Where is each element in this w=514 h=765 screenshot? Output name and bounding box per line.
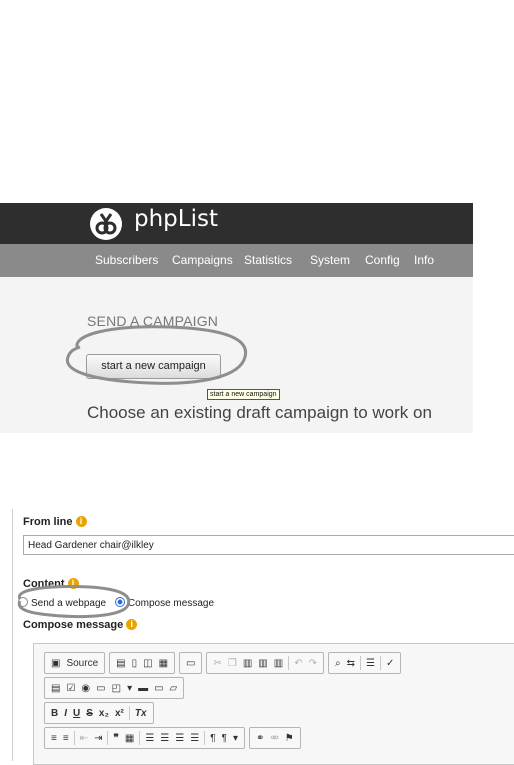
link-icon[interactable]: ⚭ <box>253 733 267 744</box>
button-icon[interactable]: ▬ <box>135 683 151 694</box>
info-icon[interactable]: i <box>75 516 87 527</box>
nav-item-info[interactable]: Info <box>414 253 434 267</box>
campaign-panel: SEND A CAMPAIGN start a new campaign sta… <box>0 277 473 433</box>
italic-icon[interactable]: I <box>61 708 70 719</box>
justify-icon[interactable]: ☰ <box>187 733 202 744</box>
unlink-icon[interactable]: ⚮ <box>267 733 281 744</box>
save-icon[interactable]: ▤ <box>113 658 128 669</box>
left-border <box>12 509 13 761</box>
spellcheck-icon[interactable]: ✓ <box>383 658 397 669</box>
preview-icon[interactable]: ◫ <box>140 658 155 669</box>
language-icon[interactable]: ▾ <box>230 733 241 744</box>
campaign-editor-screenshot: From line i Head Gardener chair@ilkley Co… <box>0 495 514 765</box>
subscript-icon[interactable]: x₂ <box>96 708 112 719</box>
remove-format-icon[interactable]: Tx <box>132 708 150 719</box>
align-center-icon[interactable]: ☰ <box>157 733 172 744</box>
toolbar-row-1: ▣ Source ▤ ▯ ◫ ▦ ▭ ✂ ❐ ▥ ▥ ▥ ↶ ↷ ⌕ ⇆ ☰ ✓ <box>44 652 405 674</box>
indent-icon[interactable]: ⇥ <box>91 733 105 744</box>
toolbar-row-3: B I U S x₂ x² Tx <box>44 702 158 724</box>
toolbar-group-find: ⌕ ⇆ ☰ ✓ <box>327 652 402 674</box>
toolbar-group-links: ⚭ ⚮ ⚑ <box>248 727 301 749</box>
redo-icon[interactable]: ↷ <box>306 658 320 669</box>
source-icon[interactable]: ▣ <box>48 658 63 669</box>
toolbar-group-forms: ▤ ☑ ◉ ▭ ◰ ▾ ▬ ▭ ▱ <box>44 677 185 699</box>
separator <box>359 656 361 670</box>
paste-text-icon[interactable]: ▥ <box>255 658 270 669</box>
rich-text-editor: ▣ Source ▤ ▯ ◫ ▦ ▭ ✂ ❐ ▥ ▥ ▥ ↶ ↷ ⌕ ⇆ ☰ ✓… <box>33 643 514 765</box>
toolbar-row-2: ▤ ☑ ◉ ▭ ◰ ▾ ▬ ▭ ▱ <box>44 677 188 699</box>
cut-icon[interactable]: ✂ <box>210 658 224 669</box>
nav-item-statistics[interactable]: Statistics <box>244 253 292 267</box>
select-all-icon[interactable]: ☰ <box>363 658 378 669</box>
div-icon[interactable]: ▦ <box>122 733 137 744</box>
compose-message-label: Compose message i <box>23 619 138 631</box>
nav-item-subscribers[interactable]: Subscribers <box>95 253 158 267</box>
anchor-flag-icon[interactable]: ⚑ <box>282 733 297 744</box>
separator <box>128 706 130 720</box>
select-icon[interactable]: ▾ <box>124 683 135 694</box>
replace-icon[interactable]: ⇆ <box>344 658 358 669</box>
info-icon[interactable]: i <box>126 619 138 630</box>
separator <box>73 731 75 745</box>
header-bar: phpList <box>0 203 473 244</box>
toolbar-group-basic-styles: B I U S x₂ x² Tx <box>44 702 154 724</box>
nav-item-config[interactable]: Config <box>365 253 400 267</box>
align-left-icon[interactable]: ☰ <box>142 733 157 744</box>
nav-item-system[interactable]: System <box>310 253 350 267</box>
bold-icon[interactable]: B <box>48 708 61 719</box>
separator <box>379 656 381 670</box>
numbered-list-icon[interactable]: ≡ <box>48 733 60 744</box>
hidden-field-icon[interactable]: ▱ <box>167 683 181 694</box>
toolbar-group-source: ▣ Source <box>44 652 106 674</box>
superscript-icon[interactable]: x² <box>112 708 127 719</box>
toolbar-group-templates: ▭ <box>179 652 203 674</box>
separator <box>139 731 141 745</box>
separator <box>204 731 206 745</box>
source-button[interactable]: Source <box>63 658 101 669</box>
align-right-icon[interactable]: ☰ <box>172 733 187 744</box>
button-tooltip: start a new campaign <box>207 389 280 400</box>
main-nav: Subscribers Campaigns Statistics System … <box>0 244 473 277</box>
blockquote-icon[interactable]: ❞ <box>110 733 121 744</box>
strike-icon[interactable]: S <box>83 708 96 719</box>
checkbox-icon[interactable]: ☑ <box>63 683 78 694</box>
undo-icon[interactable]: ↶ <box>291 658 305 669</box>
ltr-icon[interactable]: ¶ <box>207 733 218 744</box>
toolbar-group-document: ▤ ▯ ◫ ▦ <box>109 652 176 674</box>
separator <box>107 731 109 745</box>
underline-icon[interactable]: U <box>70 708 83 719</box>
paste-icon[interactable]: ▥ <box>240 658 255 669</box>
page-title: SEND A CAMPAIGN <box>87 313 219 329</box>
toolbar-row-4: ≡ ≡ ⇤ ⇥ ❞ ▦ ☰ ☰ ☰ ☰ ¶ ¶ ▾ ⚭ ⚮ ⚑ <box>44 727 305 749</box>
new-page-icon[interactable]: ▯ <box>129 658 141 669</box>
start-new-campaign-button[interactable]: start a new campaign <box>86 354 221 379</box>
hand-drawn-highlight <box>17 585 131 618</box>
toolbar-group-paragraph: ≡ ≡ ⇤ ⇥ ❞ ▦ ☰ ☰ ☰ ☰ ¶ ¶ ▾ <box>44 727 245 749</box>
nav-item-campaigns[interactable]: Campaigns <box>172 253 233 267</box>
paste-word-icon[interactable]: ▥ <box>271 658 286 669</box>
phplist-logo-icon <box>90 208 122 240</box>
logo-text: phpList <box>134 206 218 232</box>
print-icon[interactable]: ▦ <box>156 658 171 669</box>
textarea-icon[interactable]: ◰ <box>109 683 124 694</box>
outdent-icon[interactable]: ⇤ <box>77 733 91 744</box>
toolbar-group-clipboard: ✂ ❐ ▥ ▥ ▥ ↶ ↷ <box>206 652 324 674</box>
from-line-label: From line i <box>23 516 87 528</box>
separator <box>288 656 290 670</box>
textfield-icon[interactable]: ▭ <box>93 683 108 694</box>
image-button-icon[interactable]: ▭ <box>151 683 166 694</box>
from-line-input[interactable]: Head Gardener chair@ilkley <box>23 535 514 555</box>
rtl-icon[interactable]: ¶ <box>219 733 230 744</box>
templates-icon[interactable]: ▭ <box>183 658 198 669</box>
copy-icon[interactable]: ❐ <box>225 658 240 669</box>
find-icon[interactable]: ⌕ <box>332 658 344 669</box>
choose-draft-text: Choose an existing draft campaign to wor… <box>87 403 432 422</box>
bulleted-list-icon[interactable]: ≡ <box>60 733 72 744</box>
phplist-campaign-screenshot: phpList Subscribers Campaigns Statistics… <box>0 203 473 433</box>
form-icon[interactable]: ▤ <box>48 683 63 694</box>
radio-icon[interactable]: ◉ <box>78 683 93 694</box>
